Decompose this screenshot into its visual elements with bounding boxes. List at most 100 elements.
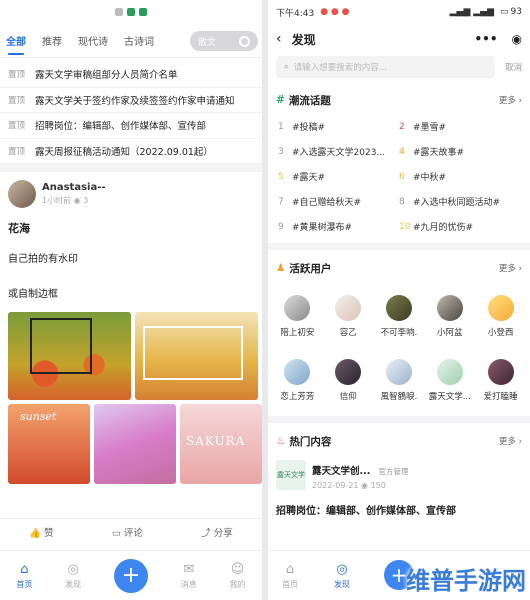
comment-button[interactable]: ▭ 评论: [112, 525, 143, 539]
user-item[interactable]: 小阿盆: [424, 284, 475, 348]
post-time: 1小时前: [42, 196, 72, 205]
topic-title: #自己赠给秋天#: [292, 198, 362, 208]
topic-rank: 9: [278, 221, 284, 232]
topic-title: #露天故事#: [413, 148, 465, 158]
user-item[interactable]: 信仰: [323, 348, 374, 412]
more-users-link[interactable]: 更多 ›: [499, 262, 522, 274]
close-capsule-icon[interactable]: [239, 35, 250, 47]
topic-rank: 4: [399, 146, 405, 157]
nav-messages[interactable]: ✉ 消息: [181, 562, 197, 590]
topic-item[interactable]: 3 #入选露天文学2023...: [278, 139, 399, 164]
pinned-item[interactable]: 置顶 露天周报征稿活动通知（2022.09.01起）: [0, 139, 262, 164]
org-name: 露天文学创...: [312, 466, 371, 477]
tab-modern-poetry[interactable]: 现代诗: [78, 33, 108, 48]
compass-icon: ◎: [67, 561, 79, 577]
topic-item[interactable]: 1 #投稿#: [278, 114, 399, 139]
section-title: 热门内容: [289, 435, 332, 448]
more-trending-link[interactable]: 更多 ›: [499, 94, 522, 106]
comment-label: 评论: [123, 527, 143, 539]
topic-item[interactable]: 6 #中秋#: [399, 164, 520, 189]
back-icon[interactable]: ‹: [276, 31, 282, 47]
post-image[interactable]: [8, 312, 131, 400]
share-label: 分享: [213, 527, 233, 539]
user-item[interactable]: 小登西: [475, 284, 526, 348]
nav-home[interactable]: ⌂ 首页: [282, 562, 298, 590]
user-item[interactable]: 容乙: [323, 284, 374, 348]
topic-item[interactable]: 8 #入选中秋同题活动#: [399, 189, 520, 214]
user-name: 小登西: [487, 327, 514, 338]
user-item[interactable]: 風智鶴唳.: [374, 348, 425, 412]
post-image[interactable]: [135, 312, 258, 400]
user-item[interactable]: 露天文学...: [424, 348, 475, 412]
user-item[interactable]: 陪上初安: [272, 284, 323, 348]
search-input[interactable]: ⌕ 请输入想要搜索的内容...: [276, 56, 495, 78]
pinned-item[interactable]: 置顶 露天文学关于签约作家及续签签约作家申请通知: [0, 88, 262, 113]
topic-rank: 7: [278, 196, 284, 207]
image-frame: [30, 318, 92, 374]
tab-classical-poetry[interactable]: 古诗词: [124, 33, 154, 48]
create-post-button[interactable]: +: [113, 558, 148, 593]
user-name: 陪上初安: [280, 327, 315, 338]
hot-content-item[interactable]: 露天文学 露天文学创... 官方管理 2022-09-21 ◉ 150 招聘岗位：…: [268, 455, 530, 521]
pinned-title: 露天文学关于签约作家及续签签约作家申请通知: [35, 95, 235, 107]
topic-item[interactable]: 2 #墨雪#: [399, 114, 520, 139]
nav-discover[interactable]: ◎ 发现: [334, 562, 350, 590]
image-frame: [143, 326, 243, 380]
post-image[interactable]: sunset: [8, 404, 90, 484]
mini-program-capsule[interactable]: 散文: [190, 31, 258, 51]
tab-all[interactable]: 全部: [6, 33, 26, 55]
share-icon: ⤴: [201, 527, 214, 539]
avatar: [385, 358, 412, 385]
close-capsule-icon[interactable]: ◉: [512, 32, 522, 46]
tab-prose[interactable]: 散文: [198, 35, 216, 48]
more-hot-link[interactable]: 更多 ›: [499, 435, 522, 447]
official-badge: 官方管理: [378, 467, 409, 476]
topic-title: #墨雪#: [413, 123, 447, 133]
image-text: SAKURA: [186, 434, 246, 448]
page-header: ‹ 发现 ••• ◉: [268, 24, 530, 54]
search-icon: ⌕: [284, 62, 289, 72]
image-grid: sunset SAKURA: [8, 404, 262, 484]
tab-recommended[interactable]: 推荐: [42, 33, 62, 48]
status-bar: 下午4:43 ● ● ● ▂▄▆ ▂▄▆ ▭ 93: [268, 0, 530, 24]
compass-icon: ◎: [336, 561, 348, 577]
hot-content-header: ♨ 热门内容 更多 ›: [268, 427, 530, 455]
nav-me[interactable]: ☺ 我的: [230, 562, 246, 590]
topic-item[interactable]: 5 #露天#: [278, 164, 399, 189]
topic-item[interactable]: 10 #九月的忧伤#: [399, 214, 520, 239]
trending-topics: 1 #投稿# 2 #墨雪# 3 #入选露天文学2023... 4 #露天故事# 5 #露天…: [268, 114, 530, 239]
user-item[interactable]: 不可李响.: [374, 284, 425, 348]
avatar: [436, 358, 463, 385]
more-options-icon[interactable]: •••: [475, 32, 498, 46]
user-item[interactable]: 爱打瞌睡: [475, 348, 526, 412]
topic-item[interactable]: 7 #自己赠给秋天#: [278, 189, 399, 214]
page-title: 发现: [291, 32, 316, 47]
nav-discover[interactable]: ◎ 发现: [65, 562, 81, 590]
divider: [268, 243, 530, 250]
avatar[interactable]: [8, 180, 36, 208]
divider: [0, 164, 262, 172]
nav-messages-label: 消息: [180, 579, 197, 589]
topic-rank: 6: [399, 171, 405, 182]
cancel-button[interactable]: 取消: [505, 61, 522, 73]
user-item[interactable]: 恋上芳芳: [272, 348, 323, 412]
share-button[interactable]: ⤴ 分享: [201, 525, 233, 539]
like-button[interactable]: 👍 赞: [29, 525, 53, 539]
topic-item[interactable]: 9 #黄果树瀑布#: [278, 214, 399, 239]
home-icon: ⌂: [20, 561, 29, 577]
post-author[interactable]: Anastasia-- 1小时前 ◉ 3: [8, 180, 254, 208]
post-image[interactable]: SAKURA: [180, 404, 262, 484]
section-title: 潮流话题: [288, 94, 331, 107]
post-image[interactable]: [94, 404, 176, 484]
avatar: [335, 294, 362, 321]
hot-title: 招聘岗位：编辑部、创作媒体部、宣传部: [276, 506, 456, 517]
post-meta: 1小时前 ◉ 3: [42, 195, 106, 206]
pinned-title: 露天文学审稿组部分人员简介名单: [35, 70, 178, 82]
post-card[interactable]: Anastasia-- 1小时前 ◉ 3 花海 自己拍的有水印 或自制边框 su…: [0, 172, 262, 492]
user-name: 風智鶴唳.: [380, 391, 418, 402]
topic-item[interactable]: 4 #露天故事#: [399, 139, 520, 164]
pinned-item[interactable]: 置顶 露天文学审稿组部分人员简介名单: [0, 62, 262, 88]
topic-title: #中秋#: [413, 173, 447, 183]
pinned-item[interactable]: 置顶 招聘岗位：编辑部、创作媒体部、宣传部: [0, 113, 262, 139]
nav-home[interactable]: ⌂ 首页: [16, 562, 32, 590]
